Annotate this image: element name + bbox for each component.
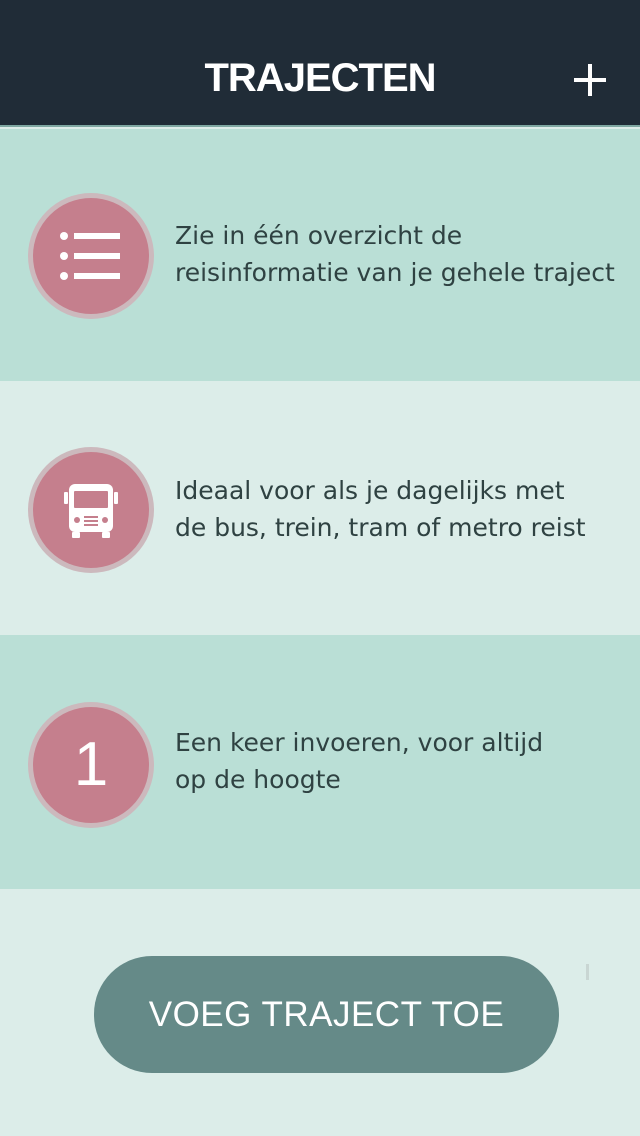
- feature-description: Zie in één overzicht de reisinformatie v…: [175, 217, 625, 291]
- feature-overview: Zie in één overzicht de reisinformatie v…: [0, 129, 640, 383]
- bus-icon: [64, 484, 118, 538]
- feature-description: Ideaal voor als je dagelijks met de bus,…: [175, 472, 625, 546]
- feature-transport: Ideaal voor als je dagelijks met de bus,…: [0, 381, 640, 635]
- feature-description: Een keer invoeren, voor altijd op de hoo…: [175, 724, 625, 798]
- feature-once: 1 Een keer invoeren, voor altijd op de h…: [0, 635, 640, 889]
- plus-icon: [574, 64, 606, 96]
- feature-icon-badge: [28, 193, 154, 319]
- page-title: TRAJECTEN: [204, 56, 436, 100]
- feature-line: op de hoogte: [175, 765, 341, 794]
- feature-icon-badge: [28, 447, 154, 573]
- feature-line: de bus, trein, tram of metro reist: [175, 513, 586, 542]
- feature-line: Een keer invoeren, voor altijd: [175, 728, 544, 757]
- cta-area: VOEG TRAJECT TOE: [0, 889, 640, 1136]
- decorative-mark: [585, 964, 590, 980]
- app-header: TRAJECTEN: [0, 0, 640, 127]
- add-traject-button[interactable]: [570, 60, 610, 100]
- feature-line: Ideaal voor als je dagelijks met: [175, 476, 565, 505]
- list-icon: [60, 232, 120, 280]
- feature-line: Zie in één overzicht de: [175, 221, 463, 250]
- add-traject-cta-button[interactable]: VOEG TRAJECT TOE: [94, 956, 559, 1073]
- number-one-icon: 1: [73, 730, 109, 799]
- feature-line: reisinformatie van je gehele traject: [175, 258, 615, 287]
- feature-icon-badge: 1: [28, 702, 154, 828]
